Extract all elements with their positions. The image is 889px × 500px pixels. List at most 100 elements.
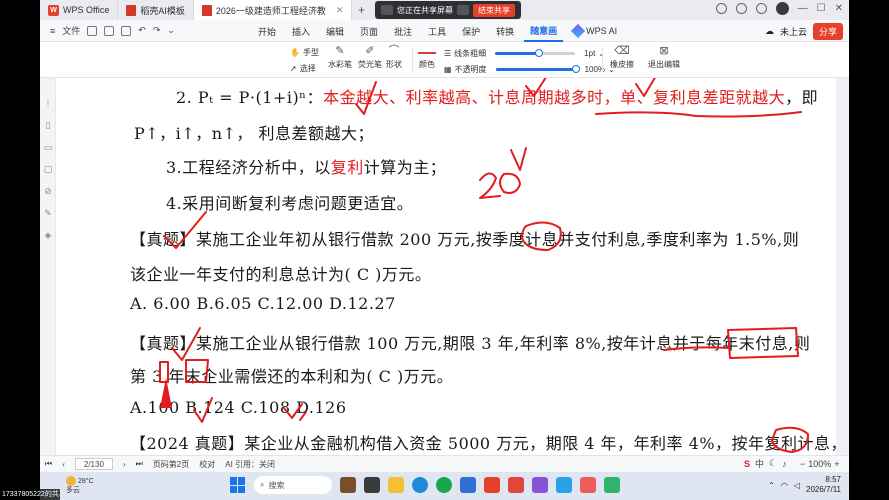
more-icon[interactable]: ⌄ xyxy=(167,25,175,36)
separator xyxy=(412,48,413,72)
signature-icon[interactable]: ✎ xyxy=(43,208,53,218)
chrome-icon[interactable] xyxy=(436,477,452,493)
comment-icon[interactable]: ▢ xyxy=(43,164,53,174)
wechat-icon[interactable] xyxy=(604,477,620,493)
menu-tools[interactable]: 工具 xyxy=(422,20,452,42)
doc-line-3: 3.工程经济分析中，以复利计算为主； xyxy=(166,154,446,178)
color-picker[interactable]: 颜色 xyxy=(418,45,436,70)
menu-convert[interactable]: 转换 xyxy=(490,20,520,42)
skin-icon[interactable] xyxy=(755,3,767,14)
ink-ribbon: ✋ 手型 ➚ 选择 ✎ 水彩笔 ✐ 荧光笔 ⌒ 形状 颜色 ☰ 线条粗细 1pt… xyxy=(40,42,849,78)
nav-next-icon[interactable]: › xyxy=(123,460,126,469)
zoom-in-icon[interactable]: + xyxy=(834,459,839,469)
ink-number-2 xyxy=(479,172,501,199)
outline-icon[interactable]: ▭ xyxy=(43,142,53,152)
mic-icon[interactable]: ♪ xyxy=(782,459,787,469)
highlighter-tool[interactable]: ✐ 荧光笔 xyxy=(358,45,382,70)
close-window-icon[interactable]: ✕ xyxy=(835,3,843,14)
undo-icon[interactable]: ↶ xyxy=(138,25,146,36)
ime-lang[interactable]: 中 xyxy=(755,457,764,470)
clock[interactable]: 8:57 2026/7/11 xyxy=(806,475,841,495)
line-width-value: 1pt xyxy=(584,49,596,58)
moon-icon[interactable]: ☾ xyxy=(769,458,777,469)
settings-icon[interactable] xyxy=(735,3,747,14)
template-icon xyxy=(126,4,137,16)
avatar[interactable] xyxy=(775,2,789,15)
menu-insert[interactable]: 插入 xyxy=(286,20,316,42)
menu-edit[interactable]: 编辑 xyxy=(320,20,350,42)
weather-widget[interactable]: 28°C 多云 xyxy=(66,476,94,495)
opacity-knob[interactable] xyxy=(571,65,580,73)
file-explorer-icon[interactable] xyxy=(388,477,404,493)
ai-ref-status[interactable]: AI 引用：关闭 xyxy=(225,459,275,470)
app-icon-widget[interactable] xyxy=(340,477,356,493)
taskbar-search[interactable]: ⌕ 搜索 xyxy=(254,476,332,494)
cloud-status[interactable]: 未上云 xyxy=(780,25,807,38)
menu-page[interactable]: 页面 xyxy=(354,20,384,42)
nav-first-icon[interactable]: ⏮ xyxy=(45,459,52,469)
redo-icon[interactable]: ↷ xyxy=(153,25,161,36)
bookmark-icon[interactable]: ▯ xyxy=(43,120,53,130)
file-menu[interactable]: 文件 xyxy=(62,24,80,37)
tab-template[interactable]: 稻壳AI模板 xyxy=(118,0,194,20)
end-share-button[interactable]: 结束共享 xyxy=(473,3,515,17)
pause-icon[interactable] xyxy=(457,5,469,15)
menu-comment[interactable]: 批注 xyxy=(388,20,418,42)
watercolor-pen-tool[interactable]: ✎ 水彩笔 xyxy=(328,45,352,70)
doc-text: 计算为主； xyxy=(363,158,447,177)
zoom-value[interactable]: 100% xyxy=(808,459,831,469)
highlighter-label: 荧光笔 xyxy=(358,60,382,69)
task-view-icon[interactable] xyxy=(364,477,380,493)
nav-prev-icon[interactable]: ‹ xyxy=(62,460,65,469)
select-tool[interactable]: ➚ 选择 xyxy=(290,63,316,74)
store-icon[interactable] xyxy=(460,477,476,493)
tab-document[interactable]: 2026一级建造师工程经济教 ✕ xyxy=(193,0,353,20)
hamburger-icon[interactable]: ≡ xyxy=(50,26,55,36)
nav-last-icon[interactable]: ⏭ xyxy=(136,459,143,469)
eraser-tool[interactable]: ⌫ 橡皮擦 xyxy=(610,45,634,70)
hand-tool[interactable]: ✋ 手型 xyxy=(290,47,319,58)
add-tab-icon[interactable]: + xyxy=(352,3,370,17)
pdf-reader-icon[interactable] xyxy=(508,477,524,493)
meeting-app-icon[interactable] xyxy=(556,477,572,493)
maximize-icon[interactable]: ☐ xyxy=(817,3,826,14)
preview-icon[interactable] xyxy=(121,25,132,36)
zoom-out-icon[interactable]: − xyxy=(800,459,805,469)
menu-bar: ≡ 文件 ↶ ↷ ⌄ 开始 插入 编辑 页面 批注 工具 保护 转换 随意画 W… xyxy=(40,20,849,42)
windows-start-icon[interactable] xyxy=(230,477,246,493)
share-status: 您正在共享屏幕 xyxy=(397,5,453,15)
menu-home[interactable]: 开始 xyxy=(252,20,282,42)
close-tab-icon[interactable]: ✕ xyxy=(336,5,344,16)
menu-freehand[interactable]: 随意画 xyxy=(524,20,564,42)
line-width-knob[interactable] xyxy=(535,49,544,57)
wps-ai-button[interactable]: WPS AI xyxy=(571,20,617,42)
tray-expand-icon[interactable]: ⌃ xyxy=(768,481,775,490)
attachment-icon[interactable]: ⊘ xyxy=(43,186,53,196)
wps-taskbar-icon[interactable] xyxy=(484,477,500,493)
layers-icon[interactable]: ◈ xyxy=(43,230,53,240)
wifi-icon[interactable]: ◠ xyxy=(781,481,788,490)
volume-icon[interactable]: ◁ xyxy=(794,481,800,490)
right-scroll-rail[interactable] xyxy=(836,78,849,455)
history-icon[interactable] xyxy=(715,3,727,14)
thumbnail-icon[interactable]: ⁞ xyxy=(43,98,53,108)
cloud-icon: ☁ xyxy=(764,26,774,36)
app-icon-purple[interactable] xyxy=(532,477,548,493)
edge-icon[interactable] xyxy=(412,477,428,493)
exit-edit-button[interactable]: ⊠ 退出编辑 xyxy=(648,45,680,70)
line-width-slider[interactable] xyxy=(495,49,576,57)
weather-temp: 28°C xyxy=(78,477,94,485)
page-number-input[interactable]: 2/130 xyxy=(74,458,113,470)
app-icon-red[interactable] xyxy=(580,477,596,493)
shape-tool[interactable]: ⌒ 形状 xyxy=(386,45,402,70)
share-screen-icon xyxy=(381,5,393,15)
minimize-icon[interactable]: — xyxy=(798,3,808,14)
proof-button[interactable]: 校对 xyxy=(199,459,215,470)
opacity-slider[interactable] xyxy=(495,65,580,73)
save-icon[interactable] xyxy=(87,25,98,36)
menu-protect[interactable]: 保护 xyxy=(456,20,486,42)
sogou-ime-icon[interactable]: S xyxy=(744,459,750,469)
tab-wps-office[interactable]: W WPS Office xyxy=(40,0,119,20)
share-button[interactable]: 分享 xyxy=(812,23,843,40)
print-icon[interactable] xyxy=(104,25,115,36)
